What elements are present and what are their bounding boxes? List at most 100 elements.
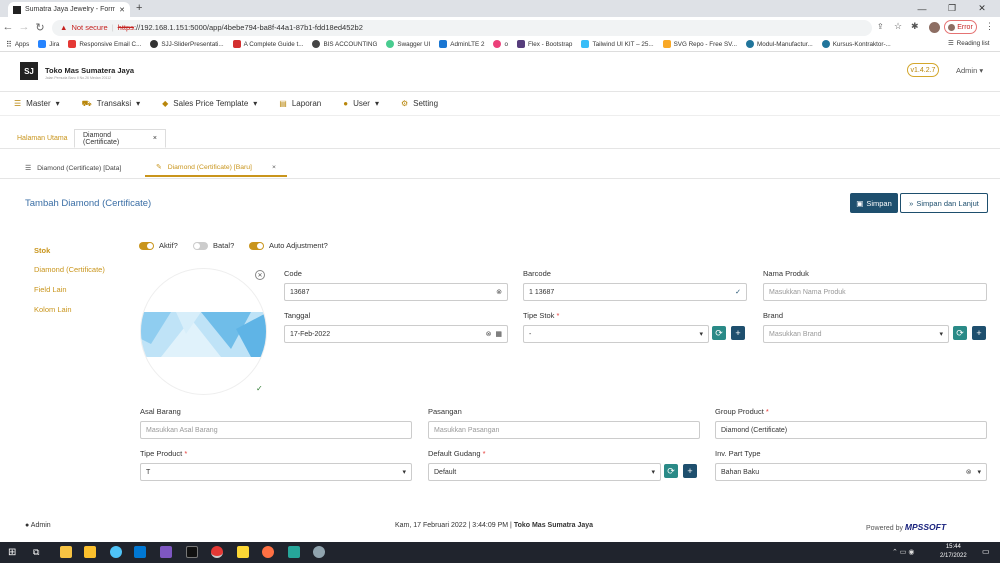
minimize-icon[interactable]: —: [908, 0, 936, 17]
tipe-stok-select[interactable]: - ▾: [523, 325, 709, 343]
product-image[interactable]: [140, 268, 267, 395]
pasangan-input[interactable]: Masukkan Pasangan: [428, 421, 700, 439]
bookmark-item[interactable]: BIS ACCOUNTING: [312, 40, 377, 48]
reading-list[interactable]: ☰ Reading list: [948, 40, 990, 47]
bookmark-item[interactable]: Tailwind UI KIT – 25...: [581, 40, 654, 48]
code-input[interactable]: 13687 ⊗: [284, 283, 508, 301]
window-close-icon[interactable]: ✕: [968, 0, 996, 17]
bookmark-item[interactable]: SVG Repo - Free SV...: [662, 40, 737, 48]
add-gudang-button[interactable]: +: [683, 464, 697, 478]
default-gudang-select[interactable]: Default ▾: [428, 463, 661, 481]
visual-studio-icon[interactable]: [160, 546, 172, 558]
chrome-icon[interactable]: [211, 546, 223, 558]
brand-select[interactable]: Masukkan Brand ▾: [763, 325, 949, 343]
toggle-batal[interactable]: Batal?: [193, 241, 234, 250]
bookmark-apps[interactable]: ⠿ Apps: [6, 40, 29, 49]
vscode-icon[interactable]: [134, 546, 146, 558]
star-icon[interactable]: ☆: [894, 21, 902, 32]
menu-laporan[interactable]: ▤ Laporan: [279, 99, 321, 108]
remove-image-icon[interactable]: ✕: [255, 270, 265, 280]
clear-icon[interactable]: ⊗: [486, 331, 492, 338]
footer-datetime: Kam, 17 Februari 2022 | 3:44:09 PM | Tok…: [395, 522, 594, 529]
menu-transaksi[interactable]: ⛟ Transaksi ▾: [82, 99, 140, 109]
tab-diamond-certificate[interactable]: Diamond (Certificate) ×: [74, 129, 166, 148]
menu-sales-price-template[interactable]: ◆ Sales Price Template ▾: [162, 99, 257, 108]
maximize-icon[interactable]: ❐: [938, 0, 966, 17]
url-bar[interactable]: ▲ Not secure | https://192.168.1.151:500…: [52, 19, 872, 36]
forward-icon[interactable]: →: [16, 21, 32, 33]
asal-barang-input[interactable]: Masukkan Asal Barang: [140, 421, 412, 439]
tanggal-input[interactable]: 17-Feb-2022 ⊗ ▦: [284, 325, 508, 343]
browser-menu-icon[interactable]: ⋮: [985, 21, 994, 32]
bookmark-item[interactable]: Kursus-Kontraktor-...: [821, 40, 891, 48]
extensions-icon[interactable]: ✱: [911, 21, 919, 32]
side-nav-kolom-lain[interactable]: Kolom Lain: [34, 305, 72, 314]
clock[interactable]: 15:44 2/17/2022: [940, 543, 967, 561]
reload-icon[interactable]: ↻: [32, 21, 48, 34]
refresh-tipe-stok-button[interactable]: ⟳: [712, 326, 726, 340]
barcode-input[interactable]: 1 13687 ✓: [523, 283, 747, 301]
subtab-data[interactable]: ☰ Diamond (Certificate) [Data]: [25, 159, 121, 177]
app-icon[interactable]: [288, 546, 300, 558]
bookmark-item[interactable]: SJJ-SliderPresentati...: [150, 40, 224, 48]
notes-icon[interactable]: [237, 546, 249, 558]
share-icon[interactable]: ⇪: [877, 22, 884, 31]
admin-menu[interactable]: Admin ▾: [956, 66, 983, 75]
profile-error-pill[interactable]: Error: [944, 20, 977, 34]
bookmark-item[interactable]: Modul-Manufactur...: [746, 40, 813, 48]
tab-home[interactable]: Halaman Utama: [17, 129, 68, 148]
add-brand-button[interactable]: +: [972, 326, 986, 340]
group-product-input[interactable]: Diamond (Certificate): [715, 421, 987, 439]
side-nav-field-lain[interactable]: Field Lain: [34, 285, 67, 294]
windows-start-icon[interactable]: ⊞: [8, 547, 16, 558]
nama-produk-input[interactable]: Masukkan Nama Produk: [763, 283, 987, 301]
notification-icon[interactable]: ▭: [982, 547, 990, 556]
bookmark-item[interactable]: Jira: [38, 40, 59, 48]
close-icon[interactable]: ×: [272, 164, 276, 171]
side-nav-diamond[interactable]: Diamond (Certificate): [34, 265, 105, 274]
side-nav-stok[interactable]: Stok: [34, 246, 50, 255]
save-button[interactable]: ▣ Simpan: [850, 193, 898, 213]
profile-avatar[interactable]: [929, 22, 940, 33]
save-continue-button[interactable]: » Simpan dan Lanjut: [900, 193, 988, 213]
sticky-notes-icon[interactable]: [84, 546, 96, 558]
task-view-icon[interactable]: ⧉: [33, 547, 39, 558]
refresh-gudang-button[interactable]: ⟳: [664, 464, 678, 478]
clear-icon[interactable]: ⊗: [496, 288, 502, 296]
app-icon[interactable]: [110, 546, 122, 558]
calendar-icon[interactable]: ▦: [495, 331, 502, 338]
bookmark-item[interactable]: o: [493, 40, 508, 48]
close-icon[interactable]: ×: [153, 135, 157, 142]
browser-tab[interactable]: Sumatra Jaya Jewelry - Form Di... ✕: [8, 2, 130, 17]
footer-powered: Powered by MPSSOFT: [866, 522, 947, 532]
toggle-aktif[interactable]: Aktif?: [139, 241, 178, 250]
switch-off: [193, 241, 208, 250]
menu-user[interactable]: ● User ▾: [343, 99, 379, 108]
firefox-icon[interactable]: [262, 546, 274, 558]
bookmark-item[interactable]: Responsive Email C...: [68, 40, 141, 48]
bookmark-item[interactable]: Swagger UI: [386, 40, 430, 48]
chevron-down-icon: ▾: [374, 99, 379, 108]
inv-part-type-select[interactable]: Bahan Baku ⊗ ▾: [715, 463, 987, 481]
toggle-auto-adjustment[interactable]: Auto Adjustment?: [249, 241, 328, 250]
add-tipe-stok-button[interactable]: +: [731, 326, 745, 340]
new-tab-icon[interactable]: +: [136, 2, 142, 14]
bookmarks-bar: ⠿ Apps Jira Responsive Email C... SJJ-Sli…: [0, 37, 1000, 52]
brand-name: Toko Mas Sumatera Jaya: [45, 66, 135, 75]
user-icon: ●: [343, 99, 349, 108]
refresh-brand-button[interactable]: ⟳: [953, 326, 967, 340]
menu-setting[interactable]: ⚙ Setting: [401, 99, 438, 108]
tipe-product-select[interactable]: T ▾: [140, 463, 412, 481]
back-icon[interactable]: ←: [0, 21, 16, 33]
app-icon[interactable]: [313, 546, 325, 558]
terminal-icon[interactable]: [186, 546, 198, 558]
close-tab-icon[interactable]: ✕: [119, 6, 125, 14]
file-explorer-icon[interactable]: [60, 546, 72, 558]
menu-master[interactable]: ☰ Master ▾: [14, 99, 60, 108]
bookmark-item[interactable]: A Complete Guide t...: [232, 40, 303, 48]
clear-icon[interactable]: ⊗: [966, 469, 972, 476]
subtab-new[interactable]: ✎ Diamond (Certificate) [Baru] ×: [145, 159, 287, 177]
bookmark-item[interactable]: AdminLTE 2: [439, 40, 484, 48]
bookmark-item[interactable]: Flex - Bootstrap: [516, 40, 572, 48]
tray-icons[interactable]: ⌃ ▭ ◉: [892, 548, 914, 556]
